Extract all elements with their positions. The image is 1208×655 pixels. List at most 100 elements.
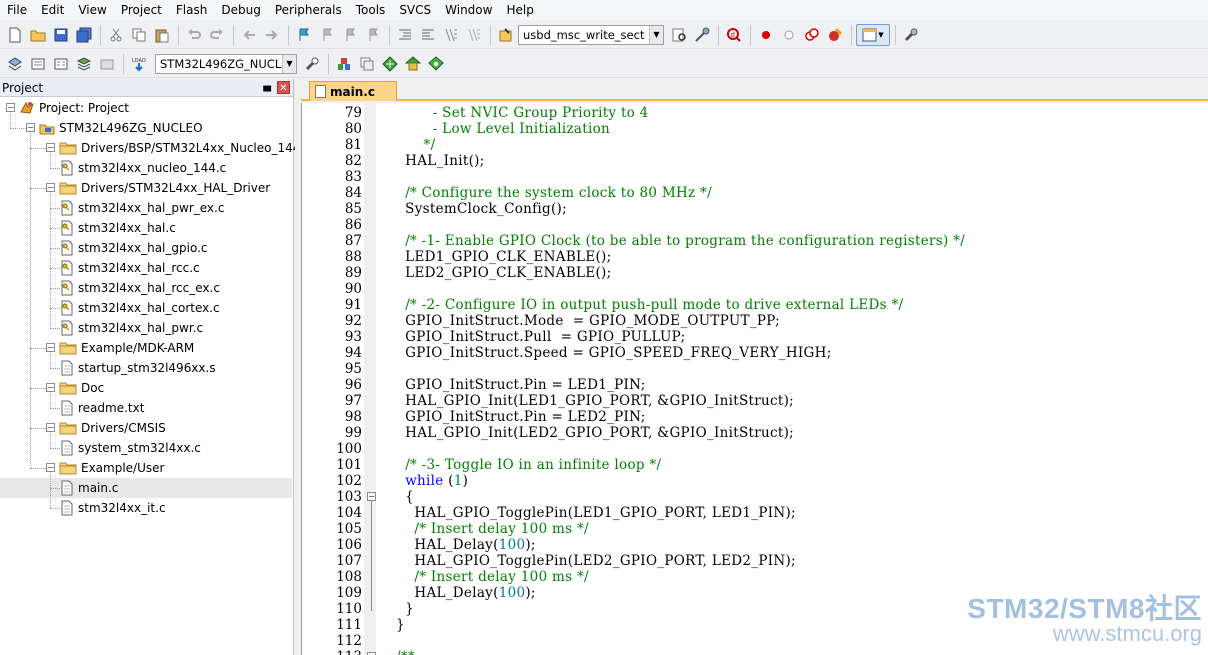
batch-build-icon[interactable] <box>73 53 95 75</box>
tree-item[interactable]: stm32l4xx_hal_pwr.c <box>60 318 203 338</box>
pin-icon[interactable]: ▄ <box>263 81 271 92</box>
new-file-icon[interactable] <box>4 24 26 46</box>
find-combo[interactable]: usbd_msc_write_sect ▼ <box>518 24 664 45</box>
disable-breakpoint-icon[interactable] <box>778 24 800 46</box>
configure-icon[interactable] <box>900 24 922 46</box>
open-folder-icon[interactable] <box>27 24 49 46</box>
collapse-toggle-icon[interactable]: − <box>46 143 55 152</box>
tree-item[interactable]: stm32l4xx_hal_rcc_ex.c <box>60 278 220 298</box>
code-line[interactable]: 83 <box>302 169 1208 185</box>
code-line[interactable]: 91 /* -2- Configure IO in output push-pu… <box>302 297 1208 313</box>
code-line[interactable]: 106 HAL_Delay(100); <box>302 537 1208 553</box>
select-packs-icon[interactable] <box>379 53 401 75</box>
target-select[interactable]: STM32L496ZG_NUCLEO ▼ <box>155 53 297 74</box>
save-all-icon[interactable] <box>73 24 95 46</box>
tab-main-c[interactable]: main.c <box>309 81 397 101</box>
disable-all-breakpoints-icon[interactable] <box>801 24 823 46</box>
menu-file[interactable]: File <box>0 0 34 20</box>
nav-forward-icon[interactable] <box>261 24 283 46</box>
unindent-icon[interactable] <box>417 24 439 46</box>
code-line[interactable]: 82 HAL_Init(); <box>302 153 1208 169</box>
menu-edit[interactable]: Edit <box>34 0 71 20</box>
code-line[interactable]: 111} <box>302 617 1208 633</box>
run-time-environment-icon[interactable] <box>425 53 447 75</box>
manage-project-items-icon[interactable] <box>333 53 355 75</box>
pack-installer-icon[interactable] <box>402 53 424 75</box>
code-line[interactable]: 109 HAL_Delay(100); <box>302 585 1208 601</box>
collapse-toggle-icon[interactable]: − <box>26 123 35 132</box>
menu-project[interactable]: Project <box>114 0 169 20</box>
paste-icon[interactable] <box>151 24 173 46</box>
chevron-down-icon[interactable]: ▼ <box>282 54 296 73</box>
tree-item[interactable]: Drivers/BSP/STM32L4xx_Nucleo_144 <box>59 138 300 158</box>
code-line[interactable]: 102 while (1) <box>302 473 1208 489</box>
tree-item[interactable]: stm32l4xx_hal_pwr_ex.c <box>60 198 224 218</box>
menu-flash[interactable]: Flash <box>169 0 214 20</box>
code-line[interactable]: 100 <box>302 441 1208 457</box>
tree-item[interactable]: Drivers/CMSIS <box>59 418 166 438</box>
code-line[interactable]: 110 } <box>302 601 1208 617</box>
nav-back-icon[interactable] <box>238 24 260 46</box>
menu-window[interactable]: Window <box>438 0 499 20</box>
redo-icon[interactable] <box>206 24 228 46</box>
collapse-toggle-icon[interactable]: − <box>46 463 55 472</box>
uncomment-icon[interactable] <box>463 24 485 46</box>
chevron-down-icon[interactable]: ▼ <box>649 25 663 44</box>
code-line[interactable]: 86 <box>302 217 1208 233</box>
undo-icon[interactable] <box>183 24 205 46</box>
tree-item[interactable]: startup_stm32l496xx.s <box>60 358 216 378</box>
tree-item[interactable]: stm32l4xx_hal_cortex.c <box>60 298 220 318</box>
tree-item[interactable]: stm32l4xx_hal.c <box>60 218 176 238</box>
breakpoint-icon[interactable] <box>755 24 777 46</box>
tree-item[interactable]: system_stm32l4xx.c <box>60 438 201 458</box>
tree-item[interactable]: stm32l4xx_nucleo_144.c <box>60 158 226 178</box>
code-line[interactable]: 94 GPIO_InitStruct.Speed = GPIO_SPEED_FR… <box>302 345 1208 361</box>
code-line[interactable]: 97 HAL_GPIO_Init(LED1_GPIO_PORT, &GPIO_I… <box>302 393 1208 409</box>
code-line[interactable]: 99 HAL_GPIO_Init(LED2_GPIO_PORT, &GPIO_I… <box>302 425 1208 441</box>
code-line[interactable]: 89 LED2_GPIO_CLK_ENABLE(); <box>302 265 1208 281</box>
prev-bookmark-icon[interactable] <box>316 24 338 46</box>
code-line[interactable]: 101 /* -3- Toggle IO in an infinite loop… <box>302 457 1208 473</box>
incremental-find-icon[interactable] <box>691 24 713 46</box>
code-line[interactable]: 85 SystemClock_Config(); <box>302 201 1208 217</box>
menu-peripherals[interactable]: Peripherals <box>268 0 349 20</box>
code-line[interactable]: 84 /* Configure the system clock to 80 M… <box>302 185 1208 201</box>
tree-item[interactable]: stm32l4xx_hal_rcc.c <box>60 258 200 278</box>
target-options-icon[interactable] <box>301 53 323 75</box>
next-bookmark-icon[interactable] <box>339 24 361 46</box>
collapse-toggle-icon[interactable]: − <box>46 183 55 192</box>
menu-svcs[interactable]: SVCS <box>392 0 438 20</box>
kill-all-breakpoints-icon[interactable] <box>824 24 846 46</box>
tree-item[interactable]: stm32l4xx_hal_gpio.c <box>60 238 208 258</box>
rebuild-icon[interactable] <box>50 53 72 75</box>
tree-item[interactable]: Example/User <box>59 458 164 478</box>
code-line[interactable]: 112 <box>302 633 1208 649</box>
cut-icon[interactable] <box>105 24 127 46</box>
save-icon[interactable] <box>50 24 72 46</box>
code-line[interactable]: 113 /** <box>302 649 1208 655</box>
build-icon[interactable] <box>27 53 49 75</box>
indent-icon[interactable] <box>394 24 416 46</box>
menu-tools[interactable]: Tools <box>349 0 393 20</box>
code-line[interactable]: 93 GPIO_InitStruct.Pull = GPIO_PULLUP; <box>302 329 1208 345</box>
code-line[interactable]: 87 /* -1- Enable GPIO Clock (to be able … <box>302 233 1208 249</box>
code-line[interactable]: 90 <box>302 281 1208 297</box>
tree-item[interactable]: readme.txt <box>60 398 144 418</box>
find-icon[interactable] <box>668 24 690 46</box>
collapse-toggle-icon[interactable]: − <box>46 383 55 392</box>
code-line[interactable]: 80 - Low Level Initialization <box>302 121 1208 137</box>
code-line[interactable]: 92 GPIO_InitStruct.Mode = GPIO_MODE_OUTP… <box>302 313 1208 329</box>
find-in-files-icon[interactable] <box>495 24 517 46</box>
collapse-toggle-icon[interactable]: − <box>46 423 55 432</box>
code-line[interactable]: 79 - Set NVIC Group Priority to 4 <box>302 105 1208 121</box>
menu-help[interactable]: Help <box>499 0 540 20</box>
tree-item[interactable]: stm32l4xx_it.c <box>60 498 166 518</box>
comment-icon[interactable] <box>440 24 462 46</box>
tree-item[interactable]: main.c <box>60 478 118 498</box>
code-line[interactable]: 107 HAL_GPIO_TogglePin(LED2_GPIO_PORT, L… <box>302 553 1208 569</box>
code-line[interactable]: 81 */ <box>302 137 1208 153</box>
download-icon[interactable]: LOAD <box>128 53 150 75</box>
code-line[interactable]: 96 GPIO_InitStruct.Pin = LED1_PIN; <box>302 377 1208 393</box>
menu-view[interactable]: View <box>71 0 113 20</box>
translate-icon[interactable] <box>4 53 26 75</box>
